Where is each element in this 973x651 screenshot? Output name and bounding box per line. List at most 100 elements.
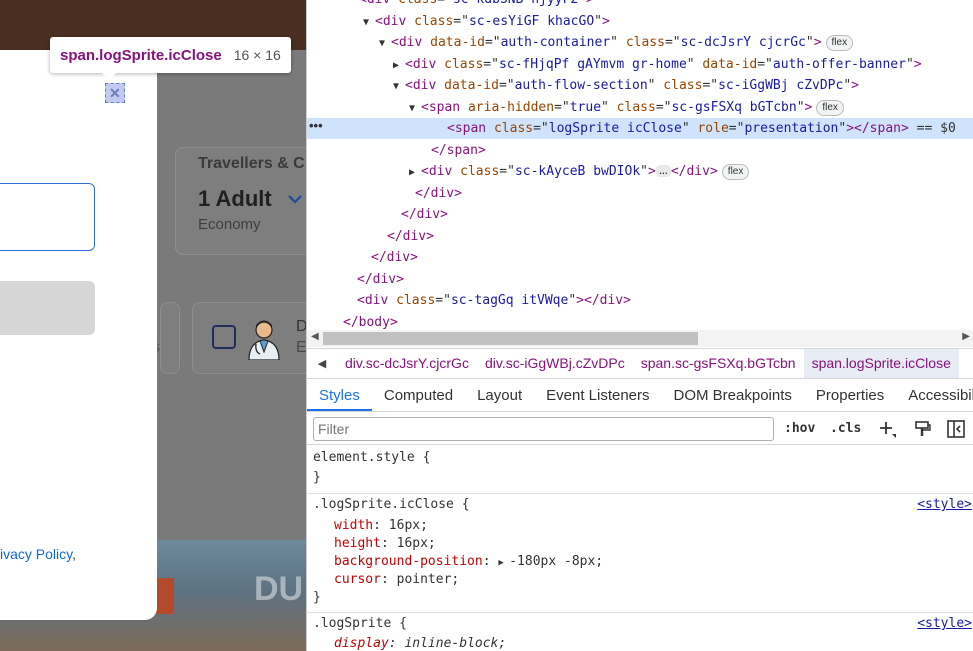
rule-close: } — [313, 590, 321, 605]
node-actions-icon[interactable]: ••• — [309, 118, 323, 133]
chevron-down-icon[interactable] — [287, 192, 303, 206]
property-name[interactable]: height — [334, 536, 381, 551]
privacy-comma: , — [72, 546, 76, 562]
property-value[interactable]: 16px; — [389, 518, 428, 533]
style-declaration[interactable]: width: 16px; — [334, 517, 428, 535]
option-card[interactable] — [160, 302, 180, 374]
privacy-policy-link[interactable]: ivacy Policy, — [0, 546, 76, 562]
dom-node-row[interactable]: <div class="sc-tagGq itVWqe"></div> — [307, 290, 973, 311]
inspect-tooltip: span.logSprite.icClose 16 × 16 — [50, 37, 291, 80]
property-name[interactable]: width — [334, 518, 373, 533]
breadcrumb-back-icon[interactable]: ◀ — [307, 357, 337, 370]
property-value[interactable]: inline-block; — [404, 636, 506, 651]
privacy-link-text[interactable]: ivacy Policy — [0, 546, 72, 562]
attr-quote: " — [843, 78, 852, 93]
expand-value-icon[interactable]: ▶ — [498, 558, 509, 568]
breadcrumb-item[interactable]: div.sc-iGgWBj.cZvDPc — [477, 349, 633, 378]
collapse-arrow-icon[interactable]: ▼ — [363, 12, 375, 33]
selected-marker: == $0 — [908, 121, 956, 136]
property-name[interactable]: cursor — [334, 572, 381, 587]
horizontal-scrollbar[interactable]: ◀ ▶ — [307, 330, 973, 347]
elements-tree[interactable]: <div class="sc-kdbSNB hjyyF2">▼<div clas… — [307, 0, 973, 330]
dom-node-row[interactable]: ▼ <span aria-hidden="true" class="sc-gsFS… — [307, 97, 973, 118]
dom-node-row[interactable]: <div class="sc-kdbSNB hjyyF2"> — [307, 0, 973, 10]
flex-badge[interactable]: flex — [816, 99, 844, 116]
dom-node-row[interactable]: </div> — [307, 183, 973, 204]
style-declaration[interactable]: display: inline-block; — [334, 635, 506, 651]
hover-state-button[interactable]: :hov — [784, 421, 815, 436]
tag-close: > — [813, 35, 822, 50]
property-name[interactable]: background-position — [334, 554, 483, 569]
paint-brush-icon[interactable] — [912, 419, 932, 439]
element-style-close: } — [313, 470, 321, 485]
dom-node-row[interactable]: </div> — [307, 204, 973, 225]
tab-styles[interactable]: Styles — [307, 380, 372, 411]
dom-node-row[interactable]: ▼ <div class="sc-esYiGF khacGO"> — [307, 11, 973, 32]
breadcrumb-item[interactable]: div.sc-dcJsrY.cjcrGc — [337, 349, 477, 378]
rule-selector[interactable]: .logSprite.icClose { — [313, 496, 470, 514]
scroll-right-icon[interactable]: ▶ — [962, 331, 970, 342]
tag-close: > — [602, 13, 610, 29]
tag-open: <div — [405, 78, 437, 93]
collapse-arrow-icon[interactable]: ▼ — [379, 33, 391, 54]
auth-modal — [0, 50, 157, 620]
close-icon[interactable]: ✕ — [105, 83, 125, 103]
collapsed-children-icon[interactable]: … — [655, 165, 671, 177]
style-declaration[interactable]: height: 16px; — [334, 535, 436, 553]
rule-selector[interactable]: .logSprite { — [313, 615, 407, 633]
property-value[interactable]: pointer; — [397, 572, 460, 587]
class-toggle-button[interactable]: .cls — [830, 421, 861, 436]
tab-accessibilit[interactable]: Accessibilit — [896, 380, 973, 411]
expand-arrow-icon[interactable]: ▶ — [409, 162, 421, 183]
breadcrumb-item[interactable]: span.sc-gsFSXq.bGTcbn — [633, 349, 804, 378]
style-declaration[interactable]: background-position: ▶ -180px -8px; — [334, 553, 603, 571]
style-declaration[interactable]: cursor: pointer; — [334, 571, 459, 589]
attr-value: sc-fHjqPf gAYmvm gr-home — [498, 56, 687, 72]
attr-quote: " — [686, 56, 695, 72]
closing-tag: </div> — [371, 250, 418, 265]
rule-source-link[interactable]: <style> — [917, 615, 972, 633]
property-name[interactable]: display — [334, 636, 389, 651]
breadcrumb-item[interactable]: span.logSprite.icClose — [803, 349, 959, 378]
rule-separator — [307, 612, 973, 613]
element-style-selector[interactable]: element.style { — [313, 449, 430, 467]
dom-node-row[interactable]: </span> — [307, 140, 973, 161]
tab-event-listeners[interactable]: Event Listeners — [534, 380, 661, 411]
dom-node-row-selected[interactable]: ••• <span class="logSprite icClose" role=… — [307, 118, 973, 139]
collapse-arrow-icon[interactable]: ▼ — [393, 76, 405, 97]
flex-badge[interactable]: flex — [721, 164, 750, 180]
tab-properties[interactable]: Properties — [804, 380, 896, 411]
styles-filter-input[interactable]: Filter — [313, 417, 774, 441]
tab-computed[interactable]: Computed — [372, 380, 465, 411]
dom-node-row[interactable]: ▶ <div class="sc-kAyceB bwDIOk">… </div> fl… — [307, 161, 973, 182]
tab-layout[interactable]: Layout — [465, 380, 534, 411]
checkbox[interactable] — [212, 325, 236, 349]
dom-node-row[interactable]: </body> — [307, 312, 973, 331]
sidebar-toggle-icon[interactable] — [946, 419, 966, 439]
dom-node-row[interactable]: </div> — [307, 247, 973, 268]
property-value[interactable]: -180px -8px; — [509, 554, 603, 569]
tag-open: <div — [357, 293, 389, 308]
attr-name: class — [436, 56, 484, 72]
scrollbar-thumb[interactable] — [323, 332, 698, 345]
flex-badge[interactable]: flex — [825, 35, 854, 51]
continue-button[interactable] — [0, 281, 95, 335]
rule-source-link[interactable]: <style> — [917, 496, 972, 514]
mobile-input[interactable] — [0, 183, 95, 251]
tab-dom-breakpoints[interactable]: DOM Breakpoints — [662, 380, 804, 411]
scroll-left-icon[interactable]: ◀ — [311, 331, 319, 342]
dom-node-row[interactable]: </div> — [307, 269, 973, 290]
tag-open: <div — [391, 35, 423, 50]
dom-node-row[interactable]: </div> — [307, 226, 973, 247]
dom-node-row[interactable]: ▼ <div data-id="auth-container" class="sc… — [307, 32, 973, 53]
add-rule-icon[interactable] — [877, 419, 897, 439]
dom-node-row[interactable]: ▶ <div class="sc-fHjqPf gAYmvm gr-home" d… — [307, 54, 973, 75]
tag-end: </div> — [670, 164, 718, 179]
dom-node-row[interactable]: ▼ <div data-id="auth-flow-section" class=… — [307, 75, 973, 96]
property-value[interactable]: 16px; — [397, 536, 436, 551]
collapse-arrow-icon[interactable]: ▼ — [409, 98, 421, 119]
expand-arrow-icon[interactable]: ▶ — [393, 55, 405, 76]
sidebar-tabs: Styles Computed Layout Event Listeners DOM B… — [307, 380, 973, 412]
tag-open: <div — [359, 0, 390, 7]
attr-value: sc-esYiGF khacGO — [468, 13, 595, 29]
